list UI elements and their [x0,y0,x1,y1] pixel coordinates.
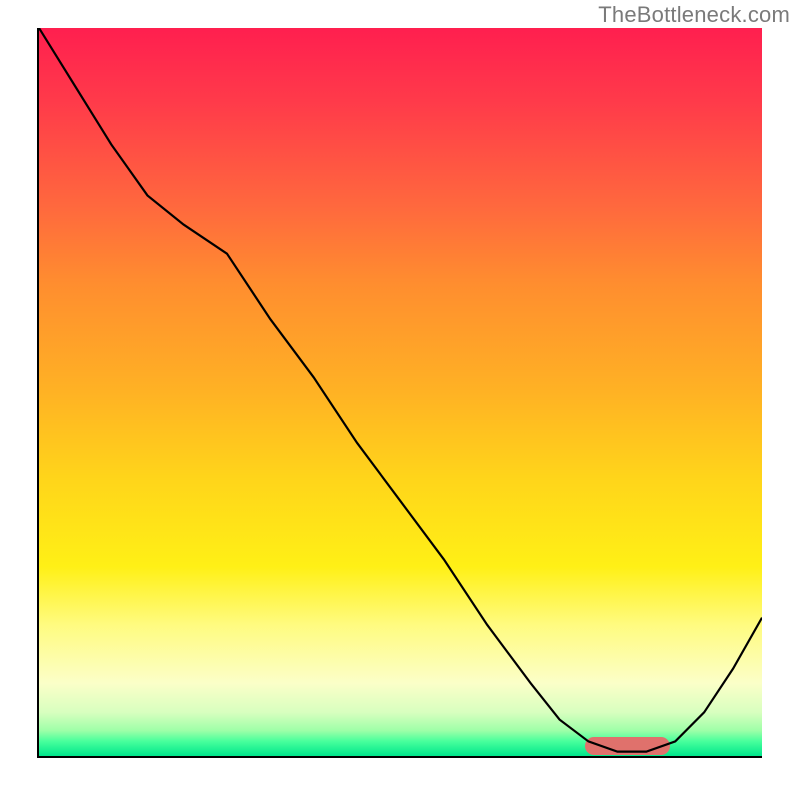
plot-frame [37,28,762,758]
bottleneck-curve [39,28,762,756]
chart-container: TheBottleneck.com [0,0,800,800]
curve-path [39,28,762,752]
plot-area [39,28,762,756]
watermark-text: TheBottleneck.com [598,2,790,28]
